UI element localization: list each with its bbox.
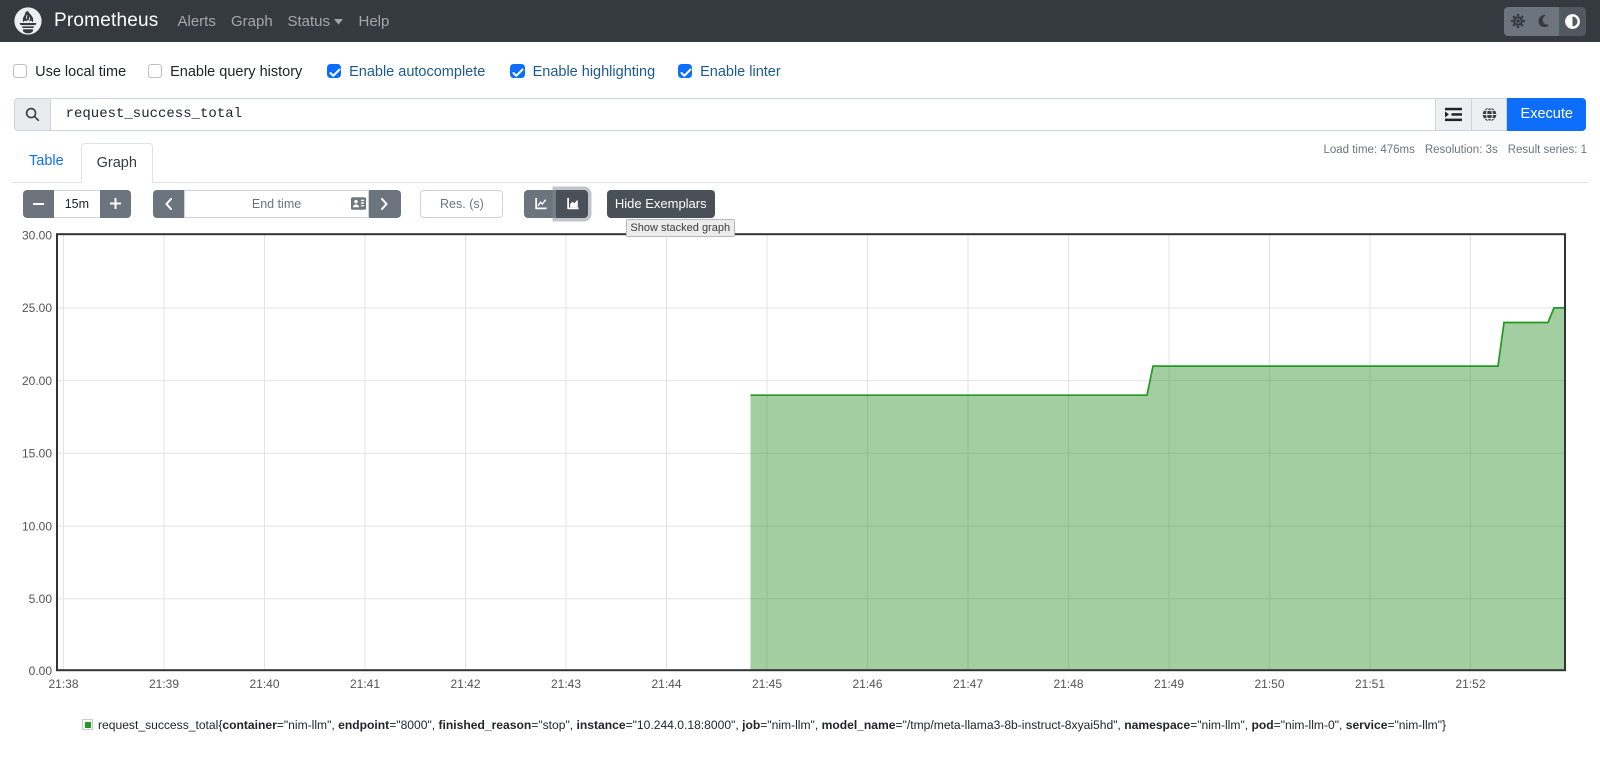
- svg-text:21:50: 21:50: [1254, 677, 1284, 691]
- svg-text:21:48: 21:48: [1053, 677, 1083, 691]
- svg-text:30.00: 30.00: [22, 228, 52, 242]
- svg-text:21:46: 21:46: [852, 677, 882, 691]
- svg-text:21:38: 21:38: [48, 677, 78, 691]
- svg-text:15.00: 15.00: [22, 447, 52, 461]
- svg-text:10.00: 10.00: [22, 519, 52, 533]
- svg-text:21:43: 21:43: [551, 677, 581, 691]
- svg-text:21:39: 21:39: [149, 677, 179, 691]
- svg-text:25.00: 25.00: [22, 301, 52, 315]
- svg-text:21:41: 21:41: [350, 677, 380, 691]
- svg-text:21:42: 21:42: [450, 677, 480, 691]
- svg-text:21:45: 21:45: [752, 677, 782, 691]
- svg-text:20.00: 20.00: [22, 374, 52, 388]
- svg-text:5.00: 5.00: [29, 592, 53, 606]
- svg-text:21:44: 21:44: [651, 677, 681, 691]
- svg-text:21:51: 21:51: [1355, 677, 1385, 691]
- svg-text:21:49: 21:49: [1154, 677, 1184, 691]
- svg-text:21:47: 21:47: [953, 677, 983, 691]
- svg-text:21:40: 21:40: [249, 677, 279, 691]
- svg-text:21:52: 21:52: [1455, 677, 1485, 691]
